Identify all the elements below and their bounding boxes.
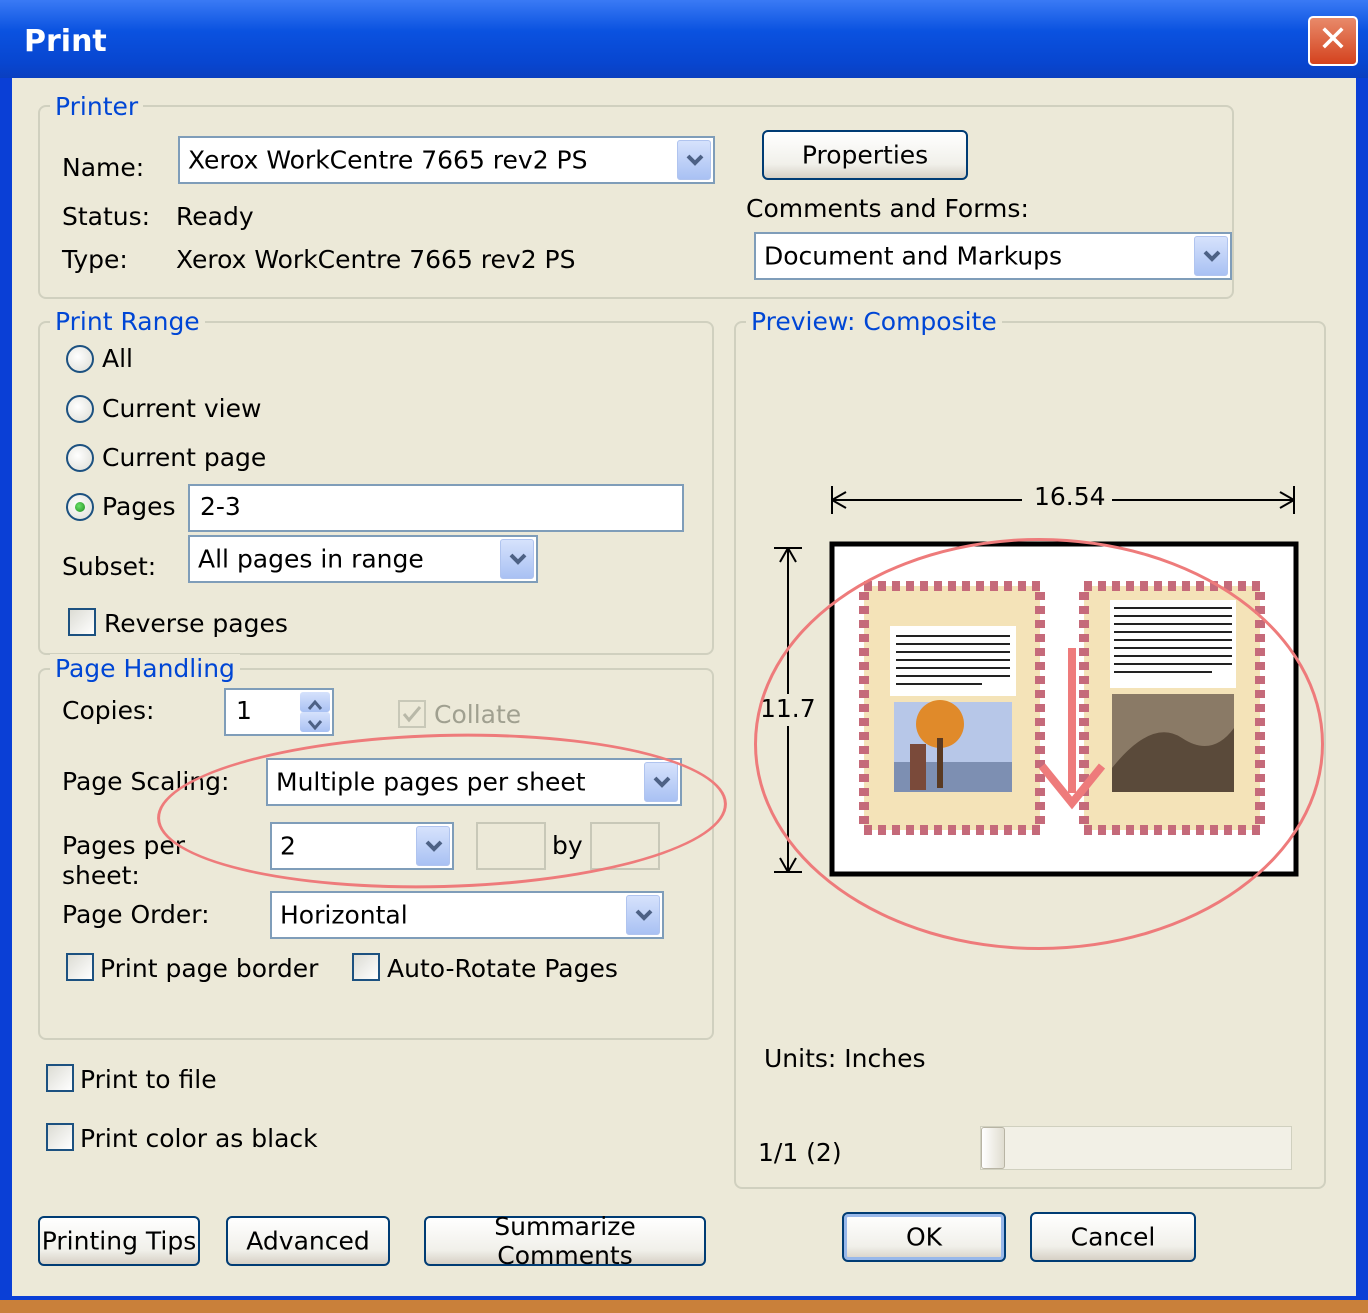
collate-checkbox[interactable] [398, 700, 426, 728]
subset-value: All pages in range [198, 544, 424, 574]
dialog-body: Printer Name: Xerox WorkCentre 7665 rev2… [12, 78, 1356, 1296]
cancel-button[interactable]: Cancel [1030, 1212, 1196, 1262]
summarize-comments-button[interactable]: Summarize Comments [424, 1212, 706, 1270]
pages-per-sheet-label-2: sheet: [62, 861, 140, 890]
type-label: Type: [62, 245, 128, 274]
current-page-label: Current page [102, 443, 267, 472]
close-button[interactable]: ✕ [1308, 16, 1358, 66]
reverse-pages-label: Reverse pages [104, 609, 288, 638]
subset-select[interactable]: All pages in range [188, 535, 538, 583]
pages-input-value: 2-3 [200, 492, 241, 521]
current-view-radio[interactable] [66, 395, 94, 423]
page-indicator: 1/1 (2) [758, 1138, 842, 1167]
preview-page-slider[interactable] [980, 1126, 1292, 1170]
properties-button[interactable]: Properties [762, 130, 968, 180]
stepper-down-icon[interactable] [300, 712, 330, 732]
page-order-select[interactable]: Horizontal [270, 891, 664, 939]
copies-stepper[interactable]: 1 [224, 688, 334, 736]
pages-label: Pages [102, 492, 176, 521]
name-label: Name: [62, 153, 145, 182]
printer-name-select[interactable]: Xerox WorkCentre 7665 rev2 PS [178, 136, 715, 184]
print-to-file-checkbox[interactable] [46, 1064, 74, 1092]
print-to-file-label: Print to file [80, 1065, 217, 1094]
printing-tips-button[interactable]: Printing Tips [38, 1216, 200, 1266]
auto-rotate-label: Auto-Rotate Pages [387, 954, 618, 983]
print-range-group-label: Print Range [50, 307, 205, 336]
chevron-down-icon[interactable] [500, 539, 534, 579]
auto-rotate-checkbox[interactable] [352, 953, 380, 981]
chevron-down-icon[interactable] [626, 895, 660, 935]
page-handling-group-label: Page Handling [50, 654, 240, 683]
print-color-as-black-label: Print color as black [80, 1124, 318, 1153]
annotation-ellipse-preview [754, 538, 1324, 950]
page-order-label: Page Order: [62, 900, 210, 929]
all-label: All [102, 344, 133, 373]
comments-forms-label: Comments and Forms: [746, 194, 1029, 223]
printer-group-label: Printer [50, 92, 144, 121]
preview-group-label: Preview: Composite [746, 307, 1002, 336]
stepper-up-icon[interactable] [300, 692, 330, 712]
print-dialog: Print ✕ Printer Name: Xerox WorkCentre 7… [0, 0, 1368, 1300]
comments-forms-select[interactable]: Document and Markups [754, 232, 1232, 280]
pages-input[interactable]: 2-3 [188, 484, 684, 532]
close-icon: ✕ [1317, 19, 1349, 60]
status-label: Status: [62, 202, 151, 231]
ok-button[interactable]: OK [842, 1212, 1006, 1262]
pages-radio[interactable] [66, 493, 94, 521]
collate-label: Collate [434, 700, 522, 729]
chevron-down-icon[interactable] [677, 140, 711, 180]
reverse-pages-checkbox[interactable] [68, 608, 96, 636]
slider-thumb[interactable] [981, 1127, 1005, 1169]
advanced-button[interactable]: Advanced [226, 1216, 390, 1266]
chevron-down-icon[interactable] [1194, 236, 1228, 276]
copies-label: Copies: [62, 696, 155, 725]
all-radio[interactable] [66, 345, 94, 373]
window-title: Print [24, 24, 107, 59]
units-label: Units: Inches [764, 1044, 926, 1073]
current-view-label: Current view [102, 394, 262, 423]
copies-value: 1 [236, 696, 252, 725]
title-bar[interactable]: Print ✕ [0, 0, 1368, 78]
print-page-border-label: Print page border [100, 954, 319, 983]
printer-name-value: Xerox WorkCentre 7665 rev2 PS [188, 145, 588, 175]
checkmark-icon [402, 706, 422, 723]
preview-width-value: 16.54 [1028, 482, 1112, 511]
current-page-radio[interactable] [66, 444, 94, 472]
subset-label: Subset: [62, 552, 157, 581]
print-color-as-black-checkbox[interactable] [46, 1123, 74, 1151]
status-value: Ready [176, 202, 254, 231]
page-order-value: Horizontal [280, 900, 408, 930]
print-page-border-checkbox[interactable] [66, 953, 94, 981]
type-value: Xerox WorkCentre 7665 rev2 PS [176, 245, 576, 274]
comments-forms-value: Document and Markups [764, 241, 1063, 271]
